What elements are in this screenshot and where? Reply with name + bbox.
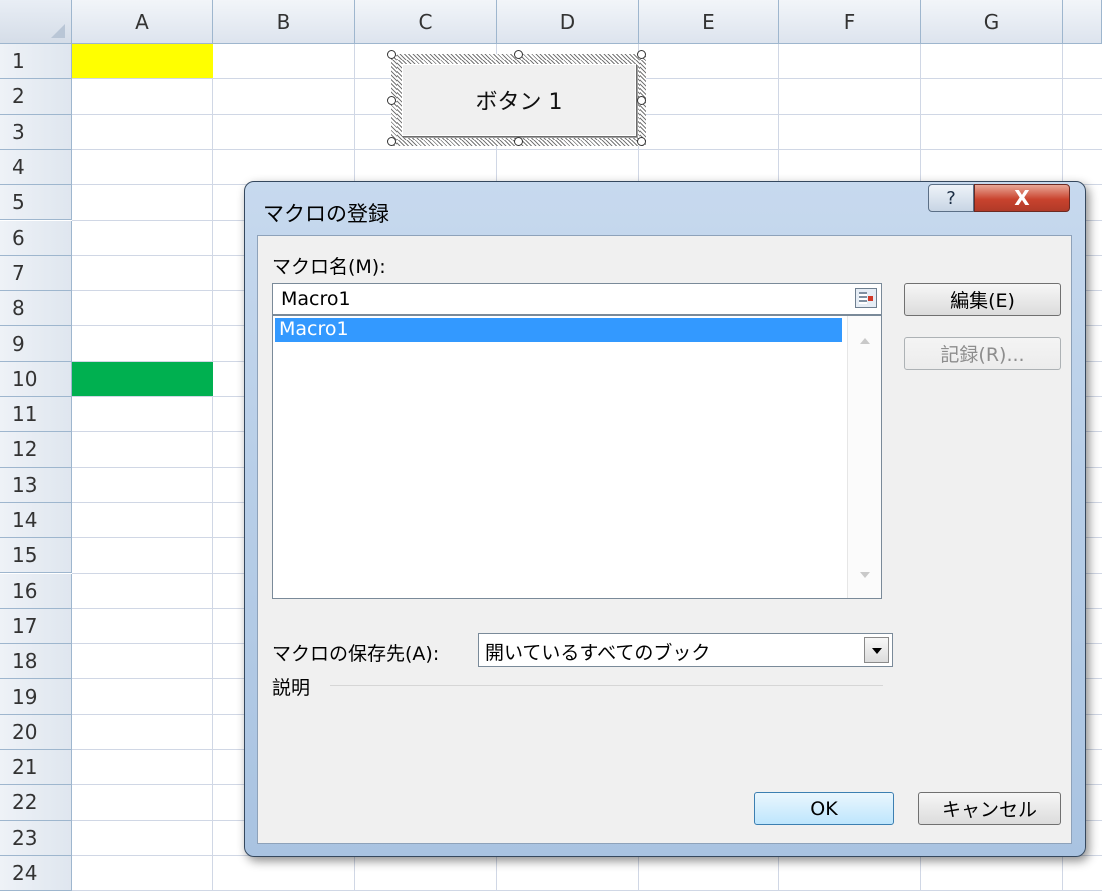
row-header-10[interactable]: 10 xyxy=(0,361,72,397)
resize-handle-bottom[interactable] xyxy=(514,137,523,146)
row-header-12[interactable]: 12 xyxy=(0,432,72,468)
row-header-8[interactable]: 8 xyxy=(0,291,72,327)
resize-handle-left[interactable] xyxy=(387,96,396,105)
macro-name-label: マクロ名(M): xyxy=(272,252,386,279)
macro-name-value: Macro1 xyxy=(281,288,351,310)
column-header-a[interactable]: A xyxy=(72,0,213,44)
dialog-titlebar[interactable]: マクロの登録 ? X xyxy=(245,182,1085,234)
row-header-20[interactable]: 20 xyxy=(0,714,72,750)
row-header-23[interactable]: 23 xyxy=(0,820,72,856)
macro-name-label-text: マクロ名(M): xyxy=(272,256,386,278)
row-header-21[interactable]: 21 xyxy=(0,750,72,786)
cell-a1[interactable] xyxy=(72,44,213,79)
store-in-value: 開いているすべてのブック xyxy=(485,642,711,664)
row-header-3[interactable]: 3 xyxy=(0,114,72,150)
row-header-24[interactable]: 24 xyxy=(0,855,72,891)
column-header-f[interactable]: F xyxy=(779,0,921,44)
column-header-partial[interactable] xyxy=(1063,0,1102,44)
row-header-15[interactable]: 15 xyxy=(0,538,72,574)
resize-handle-top[interactable] xyxy=(514,50,523,59)
resize-handle-bottom-left[interactable] xyxy=(387,137,396,146)
macro-name-field[interactable]: Macro1 xyxy=(272,283,882,315)
cell-a10[interactable] xyxy=(72,361,213,396)
resize-handle-bottom-right[interactable] xyxy=(637,137,646,146)
range-select-icon[interactable] xyxy=(855,288,877,308)
column-header-g[interactable]: G xyxy=(921,0,1063,44)
description-divider xyxy=(330,685,883,686)
row-header-1[interactable]: 1 xyxy=(0,44,72,80)
edit-button[interactable]: 編集(E) xyxy=(904,283,1061,316)
close-button[interactable]: X xyxy=(974,184,1070,212)
column-header-c[interactable]: C xyxy=(355,0,497,44)
row-header-7[interactable]: 7 xyxy=(0,255,72,292)
scroll-down-icon[interactable] xyxy=(860,572,870,578)
form-button[interactable]: ボタン 1 xyxy=(402,64,636,136)
select-all-corner[interactable] xyxy=(0,0,72,44)
column-header-b[interactable]: B xyxy=(213,0,355,44)
store-in-label: マクロの保存先(A): xyxy=(272,643,440,665)
description-label: 説明 xyxy=(272,677,311,699)
row-header-4[interactable]: 4 xyxy=(0,149,72,186)
select-all-icon xyxy=(51,24,65,38)
resize-handle-top-right[interactable] xyxy=(637,50,646,59)
store-in-select[interactable]: 開いているすべてのブック xyxy=(478,633,893,667)
close-icon: X xyxy=(1014,186,1030,210)
macro-list[interactable]: Macro1 xyxy=(272,315,882,599)
resize-handle-top-left[interactable] xyxy=(387,50,396,59)
row-header-11[interactable]: 11 xyxy=(0,397,72,433)
macro-list-scrollbar[interactable] xyxy=(847,316,881,598)
row-header-18[interactable]: 18 xyxy=(0,644,72,680)
row-header-9[interactable]: 9 xyxy=(0,326,72,362)
resize-handle-right[interactable] xyxy=(637,96,646,105)
row-header-17[interactable]: 17 xyxy=(0,608,72,645)
row-header-19[interactable]: 19 xyxy=(0,679,72,715)
column-header-e[interactable]: E xyxy=(639,0,779,44)
row-header-5[interactable]: 5 xyxy=(0,185,72,221)
column-header-d[interactable]: D xyxy=(497,0,639,44)
record-button[interactable]: 記録(R)... xyxy=(904,337,1061,370)
row-header-16[interactable]: 16 xyxy=(0,573,72,609)
help-icon: ? xyxy=(946,187,956,209)
row-header-6[interactable]: 6 xyxy=(0,220,72,256)
grid-row-line xyxy=(72,148,1102,150)
scroll-up-icon[interactable] xyxy=(860,338,870,344)
cancel-button[interactable]: キャンセル xyxy=(918,792,1061,825)
list-item[interactable]: Macro1 xyxy=(275,318,842,342)
assign-macro-dialog: マクロの登録 ? X マクロ名(M): Macro1 Macro1 編集(E) … xyxy=(244,181,1086,857)
row-header-13[interactable]: 13 xyxy=(0,467,72,503)
chevron-down-icon[interactable] xyxy=(864,637,889,663)
dialog-title: マクロの登録 xyxy=(263,202,389,226)
row-header-14[interactable]: 14 xyxy=(0,502,72,539)
ok-button[interactable]: OK xyxy=(754,792,894,825)
help-button[interactable]: ? xyxy=(928,184,974,212)
row-header-22[interactable]: 22 xyxy=(0,785,72,821)
row-header-2[interactable]: 2 xyxy=(0,79,72,115)
dialog-body: マクロ名(M): Macro1 Macro1 編集(E) 記録(R)... マク… xyxy=(257,235,1072,844)
